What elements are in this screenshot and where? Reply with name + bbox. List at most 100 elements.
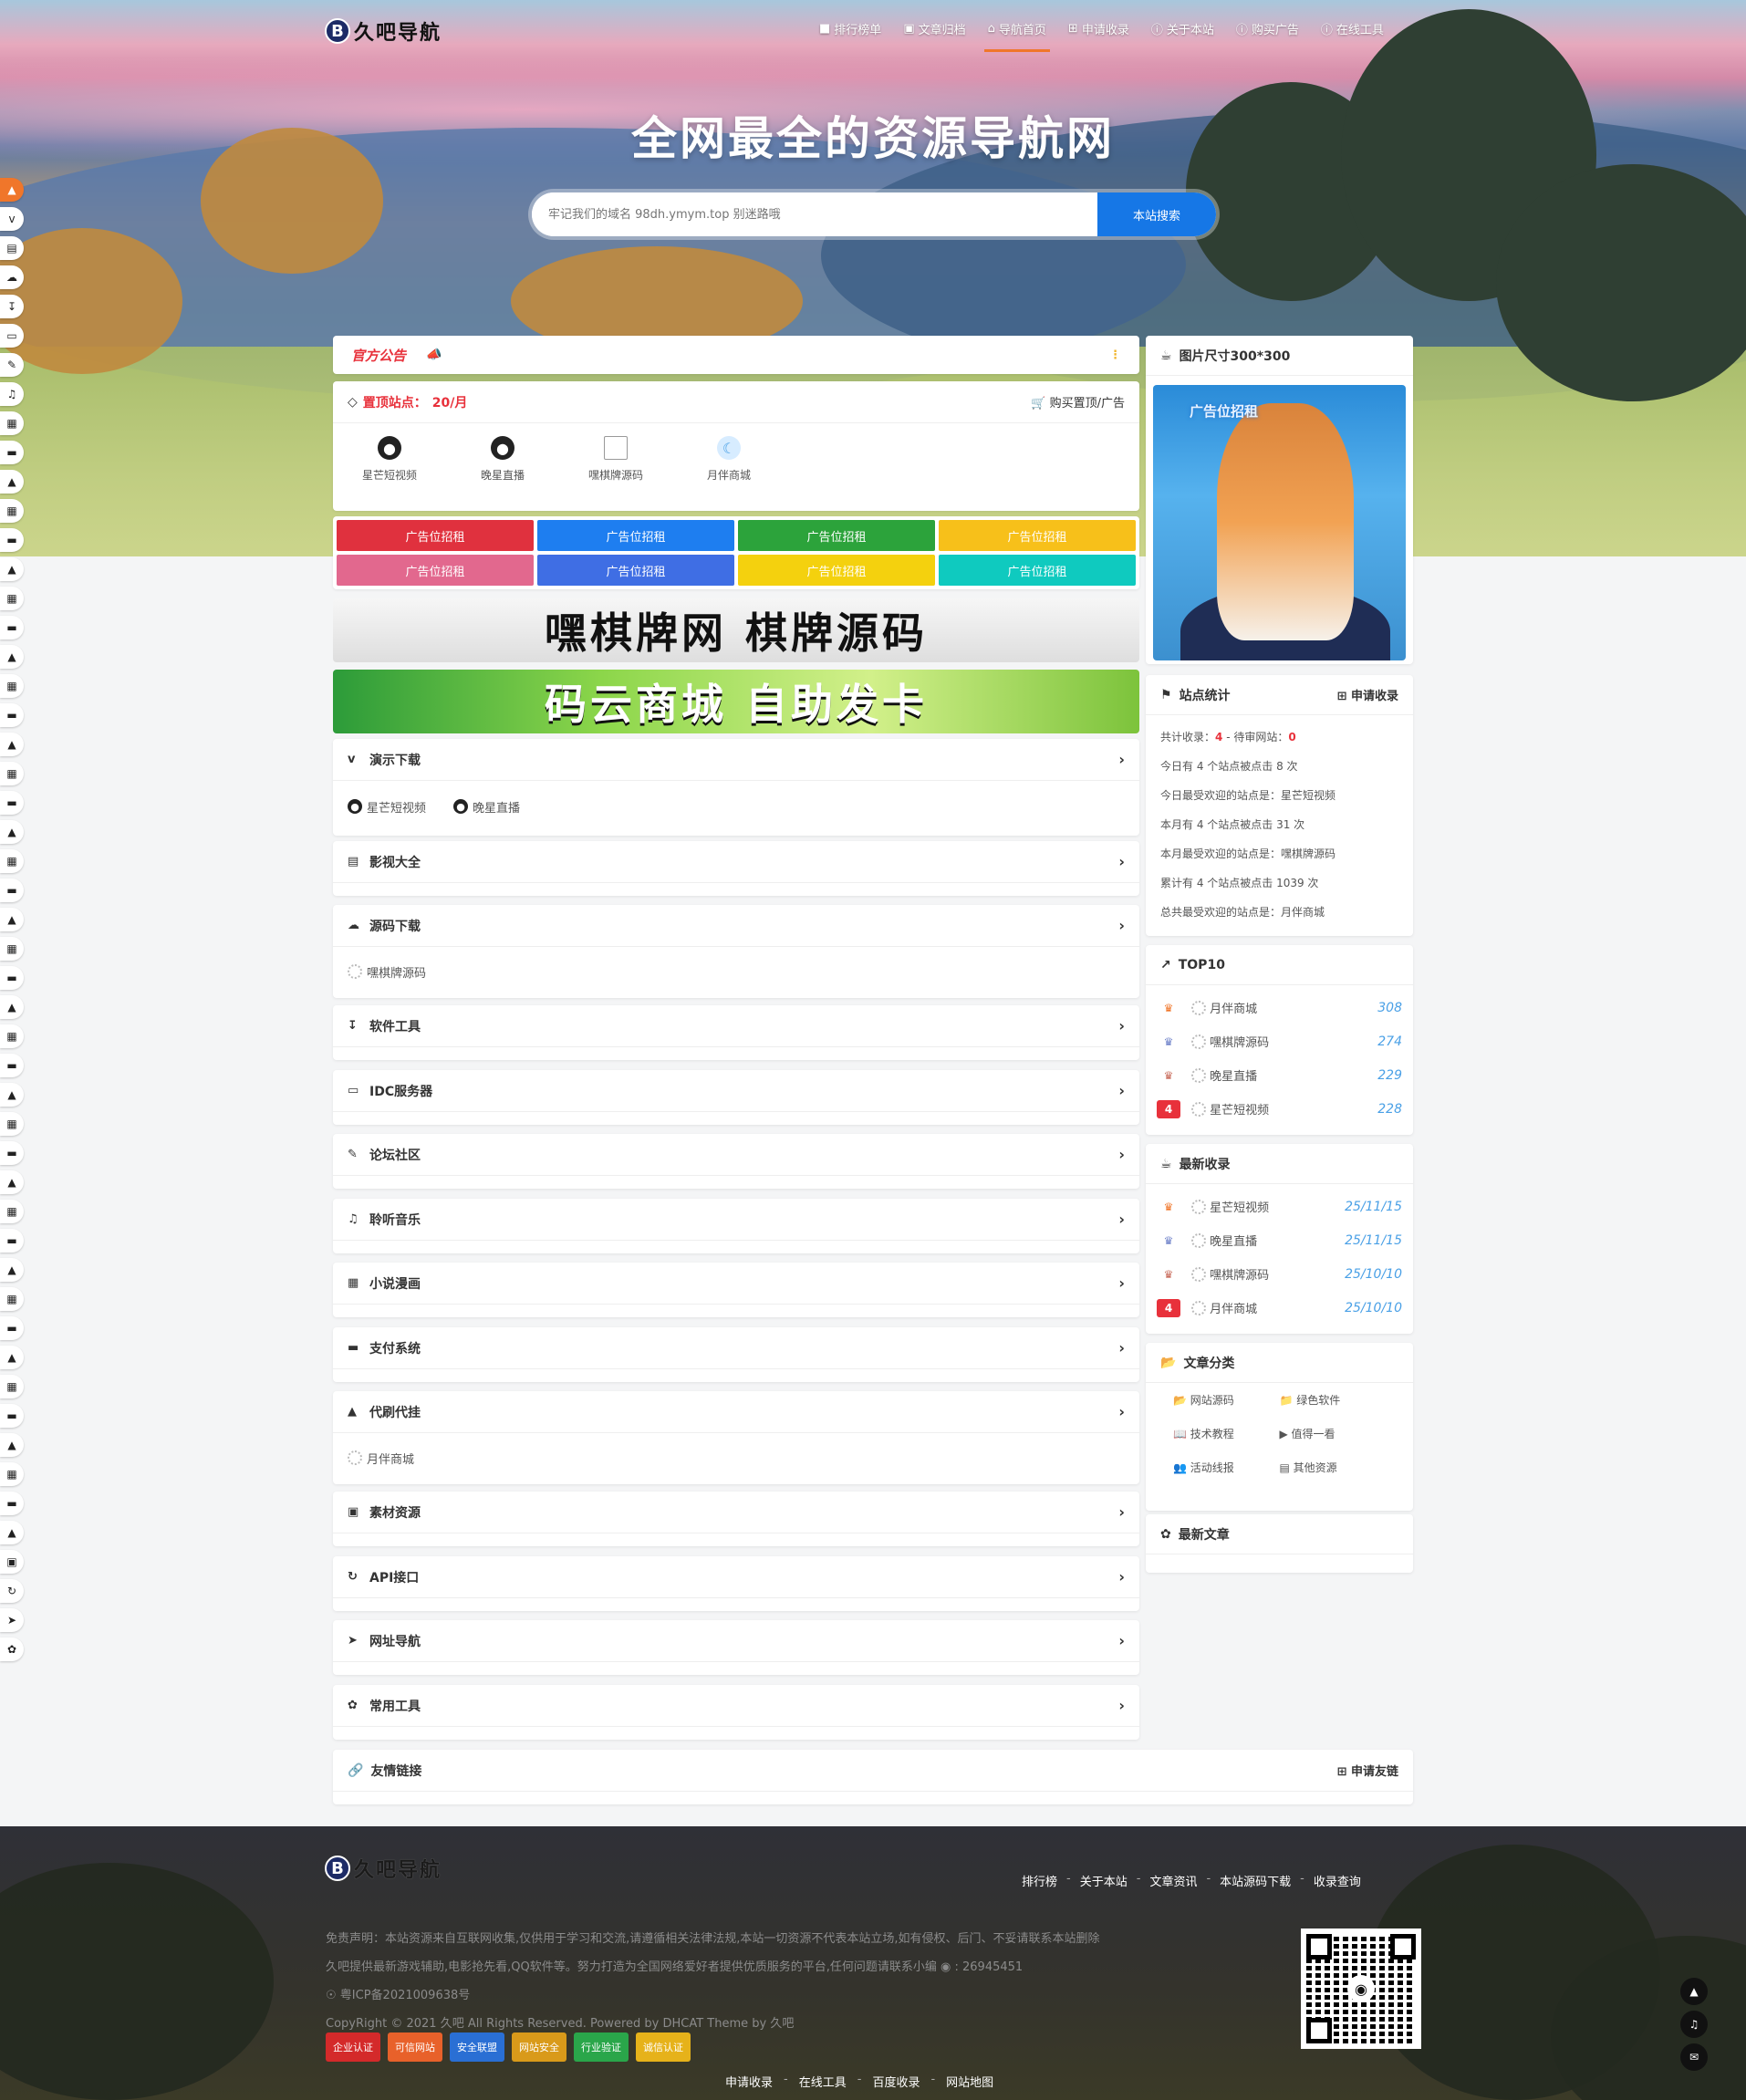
top-site-item[interactable]: 嘿棋牌源码	[577, 436, 654, 483]
footer-link[interactable]: 本站源码下载	[1220, 1872, 1291, 1889]
file-icon[interactable]: ▤	[0, 236, 24, 260]
leaf-icon[interactable]: ✿	[0, 1637, 24, 1661]
book-icon[interactable]: ▦	[0, 1462, 24, 1486]
site-logo[interactable]: B 久吧导航	[325, 15, 462, 47]
ad-image[interactable]: 广告位招租	[1153, 385, 1406, 660]
thumb-up-icon[interactable]: ▲	[0, 178, 24, 202]
chevron-right-icon[interactable]: ›	[1118, 1568, 1125, 1585]
buy-top-link[interactable]: 🛒 购买置顶/广告	[1031, 393, 1125, 411]
footer-logo[interactable]: B 久吧导航	[325, 1854, 442, 1883]
nav-home[interactable]: ⌂ 导航首页	[977, 16, 1057, 52]
latest-row[interactable]: 4 月伴商城 25/10/10	[1157, 1291, 1402, 1325]
apply-link[interactable]: ⊞ 申请收录	[1337, 686, 1398, 703]
search-input[interactable]	[532, 192, 1097, 236]
seal[interactable]: 可信网站	[388, 2032, 442, 2062]
rank-row[interactable]: ♛ 晚星直播 229	[1157, 1058, 1402, 1092]
site-link[interactable]: 月伴商城	[348, 1450, 414, 1467]
site-link[interactable]: ● 晚星直播	[453, 798, 520, 816]
seal[interactable]: 诚信认证	[636, 2032, 691, 2062]
seal[interactable]: 企业认证	[326, 2032, 380, 2062]
card-icon[interactable]: ▬	[0, 1054, 24, 1077]
book-icon[interactable]: ▦	[0, 411, 24, 435]
v-icon[interactable]: v	[0, 207, 24, 231]
ad-slot[interactable]: 广告位招租	[738, 520, 935, 551]
chevron-right-icon[interactable]: ›	[1118, 1082, 1125, 1099]
site-link[interactable]: 嘿棋牌源码	[348, 963, 426, 981]
book-icon[interactable]: ▦	[0, 587, 24, 610]
bag-icon[interactable]: ▲	[0, 820, 24, 844]
latest-row[interactable]: ♛ 星芒短视频 25/11/15	[1157, 1190, 1402, 1223]
download-icon[interactable]: ↧	[0, 295, 24, 318]
ad-slot[interactable]: 广告位招租	[337, 520, 534, 551]
card-icon[interactable]: ▬	[0, 1492, 24, 1515]
article-category-link[interactable]: 📂 网站源码	[1173, 1392, 1280, 1408]
card-icon[interactable]: ▬	[0, 1404, 24, 1428]
seal[interactable]: 安全联盟	[450, 2032, 504, 2062]
book-icon[interactable]: ▦	[0, 1375, 24, 1398]
search-button[interactable]: 本站搜索	[1097, 192, 1216, 236]
book-icon[interactable]: ▦	[0, 1287, 24, 1311]
picture-icon[interactable]: ▣	[0, 1550, 24, 1574]
apply-friend-link[interactable]: ⊞ 申请友链	[1337, 1762, 1398, 1779]
site-link[interactable]: ● 星芒短视频	[348, 798, 426, 816]
icp-link[interactable]: 粤ICP备2021009638号	[340, 1989, 470, 2002]
ad-slot[interactable]: 广告位招租	[337, 555, 534, 586]
footer-link[interactable]: 关于本站	[1080, 1872, 1128, 1889]
card-icon[interactable]: ▬	[0, 1229, 24, 1253]
article-category-link[interactable]: 📁 绿色软件	[1280, 1392, 1387, 1408]
footer-link[interactable]: 排行榜	[1022, 1872, 1057, 1889]
seal[interactable]: 行业验证	[574, 2032, 629, 2062]
footer-link[interactable]: 文章资讯	[1149, 1872, 1197, 1889]
footer-link[interactable]: 百度收录	[872, 2073, 920, 2090]
chevron-right-icon[interactable]: ›	[1118, 1697, 1125, 1714]
bag-icon[interactable]: ▲	[0, 1521, 24, 1544]
article-category-link[interactable]: ▤ 其他资源	[1280, 1460, 1387, 1475]
bag-icon[interactable]: ▲	[0, 1170, 24, 1194]
nav-about[interactable]: ⓘ 关于本站	[1140, 16, 1225, 41]
music-icon[interactable]: ♫	[0, 382, 24, 406]
send-icon[interactable]: ➤	[0, 1608, 24, 1632]
bag-icon[interactable]: ▲	[0, 557, 24, 581]
book-icon[interactable]: ▦	[0, 849, 24, 873]
latest-row[interactable]: ♛ 晚星直播 25/11/15	[1157, 1223, 1402, 1257]
bag-icon[interactable]: ▲	[0, 733, 24, 756]
bell-icon[interactable]: ♫	[1680, 2011, 1708, 2038]
bag-icon[interactable]: ▲	[0, 1083, 24, 1107]
seal[interactable]: 网站安全	[512, 2032, 566, 2062]
bag-icon[interactable]: ▲	[0, 645, 24, 669]
nav-archive[interactable]: ▣ 文章归档	[892, 16, 976, 41]
card-icon[interactable]: ▬	[0, 703, 24, 727]
book-icon[interactable]: ▦	[0, 762, 24, 785]
card-icon[interactable]: ▬	[0, 616, 24, 639]
ad-slot[interactable]: 广告位招租	[738, 555, 935, 586]
nav-buy-ad[interactable]: ⓘ 购买广告	[1225, 16, 1310, 41]
footer-link[interactable]: 在线工具	[799, 2073, 847, 2090]
top-site-item[interactable]: ☾ 月伴商城	[691, 436, 767, 483]
nav-ranking[interactable]: ■ 排行榜单	[808, 16, 892, 41]
book-icon[interactable]: ▦	[0, 499, 24, 523]
mail-icon[interactable]: ✉	[1680, 2043, 1708, 2071]
footer-link[interactable]: 申请收录	[725, 2073, 773, 2090]
rank-row[interactable]: 4 星芒短视频 228	[1157, 1092, 1402, 1126]
back-to-top-icon[interactable]: ▲	[1680, 1978, 1708, 2005]
bag-icon[interactable]: ▲	[0, 1258, 24, 1282]
bag-icon[interactable]: ▲	[0, 470, 24, 494]
chevron-right-icon[interactable]: ›	[1118, 917, 1125, 934]
chevron-right-icon[interactable]: ›	[1118, 853, 1125, 870]
footer-link[interactable]: 收录查询	[1314, 1872, 1361, 1889]
edit-icon[interactable]: ✎	[0, 353, 24, 377]
top-site-item[interactable]: ● 晚星直播	[464, 436, 541, 483]
book-icon[interactable]: ▦	[0, 1112, 24, 1136]
rank-row[interactable]: ♛ 嘿棋牌源码 274	[1157, 1024, 1402, 1058]
card-icon[interactable]: ▬	[0, 528, 24, 552]
bag-icon[interactable]: ▲	[0, 995, 24, 1019]
banner-mall[interactable]: 码云商城 自助发卡	[333, 670, 1139, 733]
nav-tools[interactable]: ⓘ 在线工具	[1310, 16, 1395, 41]
cloud-icon[interactable]: ☁	[0, 265, 24, 289]
announcement-more-icon[interactable]: ⋮	[1109, 348, 1121, 362]
book-icon[interactable]: ▦	[0, 937, 24, 961]
card-icon[interactable]: ▬	[0, 966, 24, 990]
book-icon[interactable]: ▦	[0, 1200, 24, 1223]
bag-icon[interactable]: ▲	[0, 1433, 24, 1457]
card-icon[interactable]: ▬	[0, 878, 24, 902]
